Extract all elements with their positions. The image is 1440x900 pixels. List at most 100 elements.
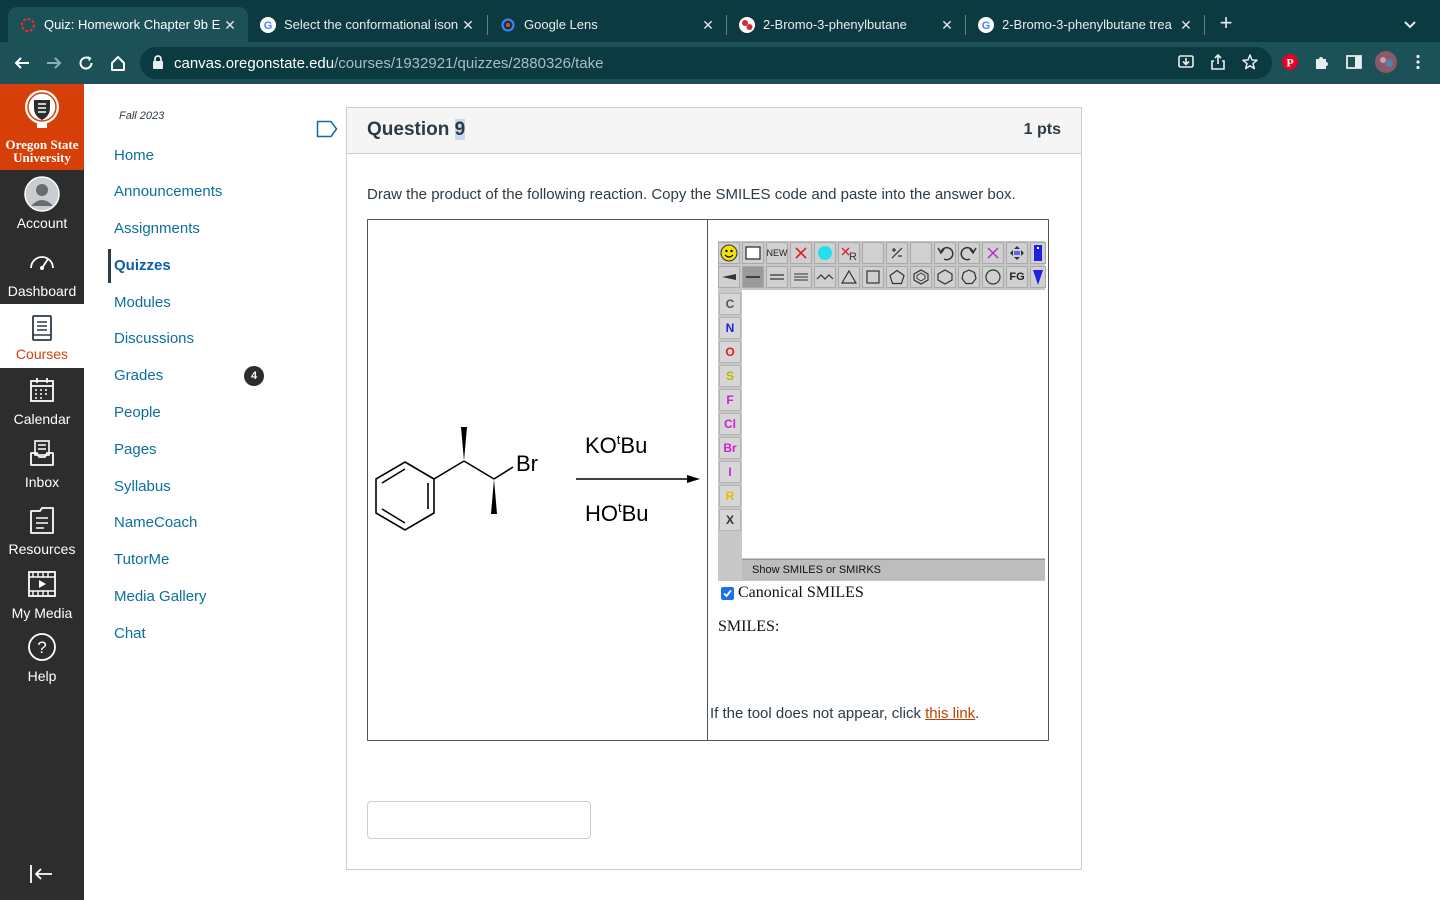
- browser-tab-compound-search[interactable]: G 2-Bromo-3-phenylbutane trea ✕: [966, 7, 1204, 42]
- functional-group-button[interactable]: FG: [1006, 266, 1028, 288]
- close-icon[interactable]: ✕: [460, 17, 476, 33]
- show-smiles-button[interactable]: Show SMILES or SMIRKS: [742, 559, 1045, 580]
- select-button[interactable]: [742, 242, 764, 264]
- university-logo-link[interactable]: Oregon State University: [0, 84, 84, 170]
- course-nav-pages[interactable]: Pages: [114, 441, 157, 458]
- close-icon[interactable]: ✕: [700, 17, 716, 33]
- element-o-button[interactable]: O: [719, 341, 741, 363]
- smiley-button[interactable]: [718, 242, 740, 264]
- move-button[interactable]: [1006, 242, 1028, 264]
- course-nav-grades[interactable]: Grades: [114, 367, 163, 384]
- redo-button[interactable]: [958, 242, 980, 264]
- new-tab-button[interactable]: +: [1214, 12, 1238, 36]
- home-button[interactable]: [106, 51, 130, 75]
- element-i-button[interactable]: I: [719, 461, 741, 483]
- delete-r-button[interactable]: R: [838, 242, 860, 264]
- ring4-button[interactable]: [862, 266, 884, 288]
- profile-avatar[interactable]: [1375, 51, 1397, 73]
- molecule-drawing-canvas[interactable]: [742, 290, 1045, 558]
- forward-button[interactable]: [42, 51, 66, 75]
- element-cl-button[interactable]: Cl: [719, 413, 741, 435]
- pinterest-extension-button[interactable]: P: [1279, 51, 1301, 73]
- close-icon[interactable]: ✕: [939, 17, 955, 33]
- browser-menu-button[interactable]: [1407, 51, 1429, 73]
- extensions-button[interactable]: [1311, 51, 1333, 73]
- course-nav-tutorme[interactable]: TutorMe: [114, 551, 169, 568]
- info-bar-icon: [1034, 245, 1042, 261]
- global-nav-help[interactable]: ? Help: [0, 629, 84, 691]
- element-r-button[interactable]: R: [719, 485, 741, 507]
- triple-bond-button[interactable]: [790, 266, 812, 288]
- url-text: canvas.oregonstate.edu/courses/1932921/q…: [174, 55, 604, 72]
- course-nav-assignments[interactable]: Assignments: [114, 220, 200, 237]
- side-panel-button[interactable]: [1343, 51, 1365, 73]
- question-header: Question 9 1 pts: [347, 108, 1081, 154]
- browser-tab-quiz[interactable]: Quiz: Homework Chapter 9b E ✕: [8, 7, 248, 42]
- browser-tab-search[interactable]: G Select the conformational ison ✕: [248, 7, 486, 42]
- element-br-button[interactable]: Br: [719, 437, 741, 459]
- ring5-button[interactable]: [886, 266, 908, 288]
- ring7-button[interactable]: [958, 266, 980, 288]
- chain-button[interactable]: [814, 266, 836, 288]
- course-nav-discussions[interactable]: Discussions: [114, 330, 194, 347]
- undo-button[interactable]: [934, 242, 956, 264]
- install-app-button[interactable]: [1175, 51, 1197, 73]
- question-title: Question 9: [367, 119, 466, 141]
- back-button[interactable]: [10, 51, 34, 75]
- new-button[interactable]: NEW: [766, 242, 788, 264]
- canonical-smiles-checkbox[interactable]: [721, 586, 734, 600]
- course-nav-chat[interactable]: Chat: [114, 625, 146, 642]
- global-nav-dashboard[interactable]: Dashboard: [0, 244, 84, 306]
- single-bond-button[interactable]: [742, 266, 764, 288]
- stereo-bond-button[interactable]: [718, 266, 740, 288]
- element-f-button[interactable]: F: [719, 389, 741, 411]
- charge-button[interactable]: [886, 242, 908, 264]
- delete-button[interactable]: [790, 242, 812, 264]
- course-nav-modules[interactable]: Modules: [114, 294, 171, 311]
- blank-button-2[interactable]: [910, 242, 932, 264]
- info-button[interactable]: [1030, 242, 1046, 264]
- collapse-nav-button[interactable]: [28, 862, 56, 886]
- global-nav-calendar[interactable]: Calendar: [0, 372, 84, 434]
- bookmark-button[interactable]: [1239, 51, 1261, 73]
- browser-tab-compound[interactable]: 2-Bromo-3-phenylbutane ✕: [727, 7, 965, 42]
- fg-dropdown-button[interactable]: [1030, 266, 1046, 288]
- tab-search-button[interactable]: [1400, 14, 1420, 34]
- global-nav-account[interactable]: Account: [0, 176, 84, 238]
- chain-icon: [816, 274, 834, 280]
- blank-button[interactable]: [862, 242, 884, 264]
- mark-button[interactable]: [814, 242, 836, 264]
- double-bond-button[interactable]: [766, 266, 788, 288]
- course-nav-people[interactable]: People: [114, 404, 161, 421]
- element-n-button[interactable]: N: [719, 317, 741, 339]
- reload-button[interactable]: [74, 51, 98, 75]
- ring8-button[interactable]: [982, 266, 1004, 288]
- question-prompt: Draw the product of the following reacti…: [367, 186, 1016, 203]
- course-nav-media-gallery[interactable]: Media Gallery: [114, 588, 207, 605]
- element-x-button[interactable]: X: [719, 509, 741, 531]
- ring6-button[interactable]: [934, 266, 956, 288]
- course-nav-namecoach[interactable]: NameCoach: [114, 514, 197, 531]
- global-nav-my-media[interactable]: My Media: [0, 566, 84, 628]
- close-icon[interactable]: ✕: [222, 17, 238, 33]
- course-nav-quizzes[interactable]: Quizzes: [114, 257, 171, 274]
- global-nav-courses[interactable]: Courses: [0, 304, 84, 368]
- benzene-button[interactable]: [910, 266, 932, 288]
- share-button[interactable]: [1207, 51, 1229, 73]
- fallback-link[interactable]: this link: [925, 705, 975, 722]
- element-s-button[interactable]: S: [719, 365, 741, 387]
- question-points: 1 pts: [1023, 121, 1061, 138]
- answer-input[interactable]: [367, 801, 591, 839]
- ring3-button[interactable]: [838, 266, 860, 288]
- course-nav-home[interactable]: Home: [114, 147, 154, 164]
- global-nav-resources[interactable]: Resources: [0, 502, 84, 564]
- element-c-button[interactable]: C: [719, 293, 741, 315]
- course-nav-syllabus[interactable]: Syllabus: [114, 478, 171, 495]
- close-icon[interactable]: ✕: [1178, 17, 1194, 33]
- rectangle-select-icon: [745, 246, 761, 260]
- course-nav-announcements[interactable]: Announcements: [114, 183, 222, 200]
- flag-question-button[interactable]: [316, 120, 338, 138]
- clear-button[interactable]: [982, 242, 1004, 264]
- browser-tab-lens[interactable]: Google Lens ✕: [488, 7, 726, 42]
- global-nav-inbox[interactable]: Inbox: [0, 435, 84, 497]
